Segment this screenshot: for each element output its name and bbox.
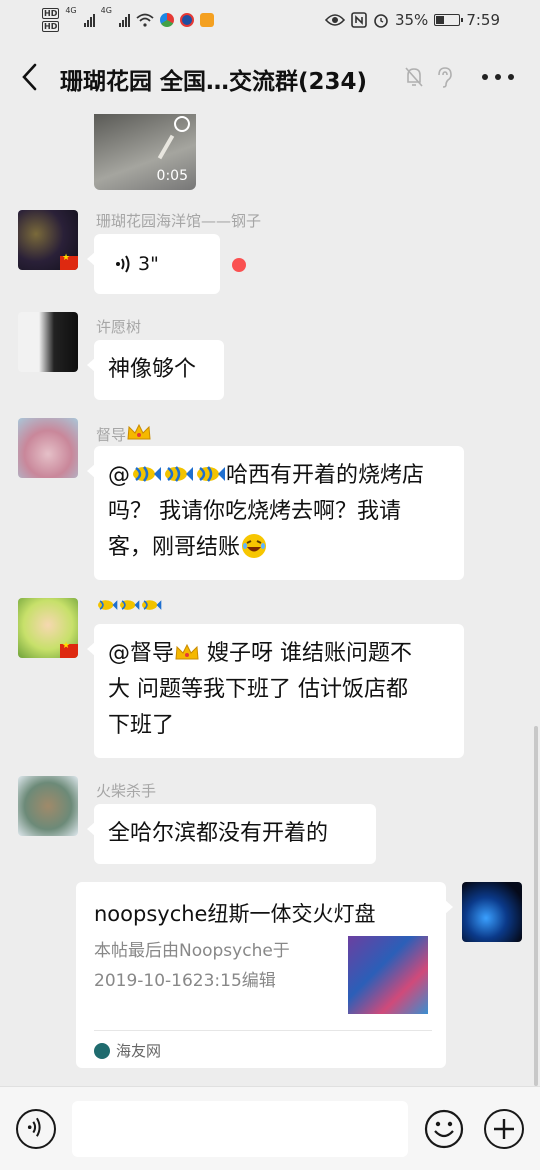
fish-emoji-icon [165,466,193,482]
wifi-icon [136,13,154,27]
hd-badge: HD [42,8,60,19]
fish-emoji-icon [120,600,140,610]
link-card-title: noopsyche纽斯一体交火灯盘 [94,902,376,926]
status-left: HD HD 4G 4G [42,6,214,34]
message-text: 神像够个 [108,357,197,382]
signal-icon [83,13,95,27]
link-card-description: 本帖最后由Noopsyche于2019-10-1623:15编辑 [94,941,290,991]
more-icon[interactable] [482,74,514,80]
source-name: 海友网 [116,1042,162,1060]
sender-nickname: 珊瑚花园海洋馆——钢子 [96,212,262,230]
app-notification-icon [179,13,194,27]
fish-emoji-icon [98,600,118,610]
message-input[interactable] [72,1101,408,1157]
network-type-label: 4G [100,6,112,15]
hd-badge: HD [42,21,60,32]
scrollbar[interactable] [534,726,538,1086]
text-message-bubble[interactable]: @督导 嫂子呀 谁结账问题不 大 问题等我下班了 估计饭店都 下班了 [87,624,464,758]
chat-title: 珊瑚花园 全国…交流群(234) [60,69,368,95]
emoji-icon [424,1109,464,1149]
input-bar [0,1086,540,1170]
video-message[interactable]: 0:05 [94,114,196,190]
divider [94,1030,432,1031]
status-right: 35% 7:59 [324,8,500,32]
hd-indicators: HD HD [42,8,60,32]
sender-nickname: 许愿树 [96,318,142,336]
chat-header: 珊瑚花园 全国…交流群(234) [0,40,540,114]
message-list[interactable]: 0:05 珊瑚花园海洋馆——钢子 3" 许愿树 神像够个 督导 @哈西有开着的烧… [0,114,540,1086]
message-text: 下班了 [108,713,175,738]
message-text: 吗？ 我请你吃烧烤去啊？我请 [108,499,401,524]
sender-nickname: 火柴杀手 [96,782,157,800]
message-text: 全哈尔滨都没有开着的 [108,821,329,846]
china-flag-icon [60,641,78,658]
voice-wave-icon [116,255,130,273]
china-flag-icon [60,253,78,270]
video-indicator-icon [174,116,190,132]
video-thumbnail-detail [157,134,175,160]
battery-level [436,16,444,24]
app-notification-icon [159,13,174,27]
fish-emoji-icon [142,600,162,610]
more-functions-button[interactable] [484,1109,524,1149]
nfc-icon [351,12,367,28]
source-icon [94,1042,110,1059]
signal-icon [118,13,130,27]
battery-icon [434,14,464,26]
voice-message-bubble[interactable]: 3" [87,234,220,294]
sender-nickname: 督导 [96,422,152,445]
link-card-thumbnail [348,936,428,1014]
crown-emoji-icon [175,643,199,660]
message-text: 客，刚哥结账 [108,535,241,560]
message-text: 大 问题等我下班了 估计饭店都 [108,677,408,702]
link-card[interactable]: noopsyche纽斯一体交火灯盘 本帖最后由Noopsyche于2019-10… [76,882,453,1068]
emoji-button[interactable] [424,1109,464,1149]
crown-emoji-icon [127,423,151,440]
ear-icon[interactable] [434,66,454,88]
my-avatar[interactable] [462,882,522,942]
avatar[interactable] [18,312,78,372]
link-card-source: 海友网 [94,1040,161,1061]
clock: 7:59 [466,11,500,29]
avatar[interactable] [18,598,78,658]
back-icon[interactable] [18,62,42,92]
avatar[interactable] [18,210,78,270]
text-message-bubble[interactable]: 全哈尔滨都没有开着的 [87,804,376,864]
battery-percent: 35% [394,11,429,29]
fish-emoji-icon [197,466,225,482]
sender-nickname [96,596,162,614]
mute-icon[interactable] [404,66,424,88]
status-bar: HD HD 4G 4G 35% 7:59 [0,0,540,40]
fish-emoji-icon [133,466,161,482]
video-duration: 0:05 [156,168,188,184]
text-message-bubble[interactable]: 神像够个 [87,340,224,400]
app-notification-icon [199,13,214,27]
voice-input-button[interactable] [16,1109,56,1149]
voice-icon [27,1117,41,1137]
voice-duration: 3" [138,253,159,275]
network-type-label: 4G [65,6,77,15]
avatar[interactable] [18,418,78,478]
text-message-bubble[interactable]: @ 哈西有开着的烧烤店 吗？ 我请你吃烧烤去啊？我请 客，刚哥结账 [87,446,464,580]
avatar[interactable] [18,776,78,836]
plus-icon [494,1119,514,1139]
unread-dot [232,258,246,272]
alarm-icon [374,14,388,28]
eye-icon [324,14,345,26]
laughing-emoji-icon [242,534,267,558]
